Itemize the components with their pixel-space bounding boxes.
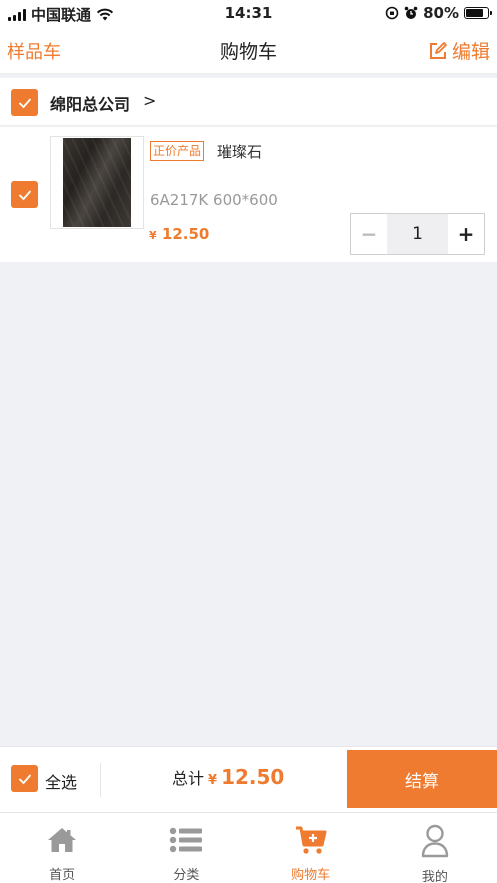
stone-tile-image	[63, 138, 131, 227]
battery-icon	[464, 7, 492, 19]
quantity-value[interactable]: 1	[387, 214, 448, 254]
check-icon	[18, 97, 31, 108]
alarm-icon	[404, 6, 418, 19]
cart-icon	[294, 824, 328, 856]
store-checkbox[interactable]	[11, 89, 38, 116]
check-icon	[18, 773, 31, 784]
tab-label: 分类	[173, 868, 200, 883]
list-icon	[169, 824, 203, 856]
edit-label: 编辑	[451, 41, 490, 63]
decrease-button[interactable]: −	[351, 214, 387, 254]
store-name[interactable]: 绵阳总公司	[50, 91, 130, 115]
price-type-tag: 正价产品	[150, 141, 205, 161]
total-value: 12.50	[221, 765, 285, 789]
item-checkbox[interactable]	[11, 181, 38, 208]
chevron-right-icon[interactable]: >	[143, 91, 156, 110]
tab-label: 购物车	[291, 868, 331, 883]
price-currency: ¥	[149, 229, 157, 242]
store-row[interactable]: 绵阳总公司 >	[0, 78, 497, 126]
tab-bar: 首页 分类 购物车 我的	[0, 812, 497, 883]
tab-profile[interactable]: 我的	[373, 813, 497, 883]
user-icon	[418, 824, 452, 858]
edit-button[interactable]: 编辑	[428, 37, 490, 64]
divider	[100, 763, 101, 797]
select-all-checkbox[interactable]	[11, 765, 38, 792]
tab-home[interactable]: 首页	[0, 813, 124, 883]
total-label: 总计	[172, 769, 205, 788]
select-all-label[interactable]: 全选	[45, 769, 77, 793]
cart-item: 正价产品 璀璨石 6A217K 600*600 ¥ 12.50 − 1 +	[0, 127, 497, 262]
quantity-stepper: − 1 +	[350, 213, 485, 255]
checkout-bar: 全选 总计 ¥ 12.50 结算	[0, 746, 497, 812]
sample-cart-button[interactable]: 样品车	[7, 38, 61, 64]
price-value: 12.50	[161, 225, 210, 243]
product-name[interactable]: 璀璨石	[217, 141, 262, 162]
home-icon	[45, 824, 79, 856]
product-image[interactable]	[50, 136, 144, 229]
status-right: 80%	[385, 4, 492, 22]
page-title: 购物车	[219, 41, 277, 63]
total-currency: ¥	[208, 773, 218, 788]
tab-cart[interactable]: 购物车	[249, 813, 373, 883]
total-amount: 总计 ¥ 12.50	[172, 765, 284, 789]
edit-icon	[429, 41, 447, 59]
product-price: ¥ 12.50	[149, 225, 209, 243]
increase-button[interactable]: +	[448, 214, 484, 254]
product-spec: 6A217K 600*600	[150, 191, 278, 209]
tab-label: 首页	[49, 868, 76, 883]
status-bar: 中国联通 14:31 80%	[0, 0, 497, 28]
tab-label: 我的	[421, 870, 448, 883]
orientation-lock-icon	[385, 6, 399, 20]
tab-category[interactable]: 分类	[124, 813, 248, 883]
battery-percent: 80%	[423, 4, 459, 22]
checkout-button[interactable]: 结算	[347, 750, 497, 808]
nav-bar: 样品车 购物车 编辑	[0, 28, 497, 74]
check-icon	[18, 189, 31, 200]
